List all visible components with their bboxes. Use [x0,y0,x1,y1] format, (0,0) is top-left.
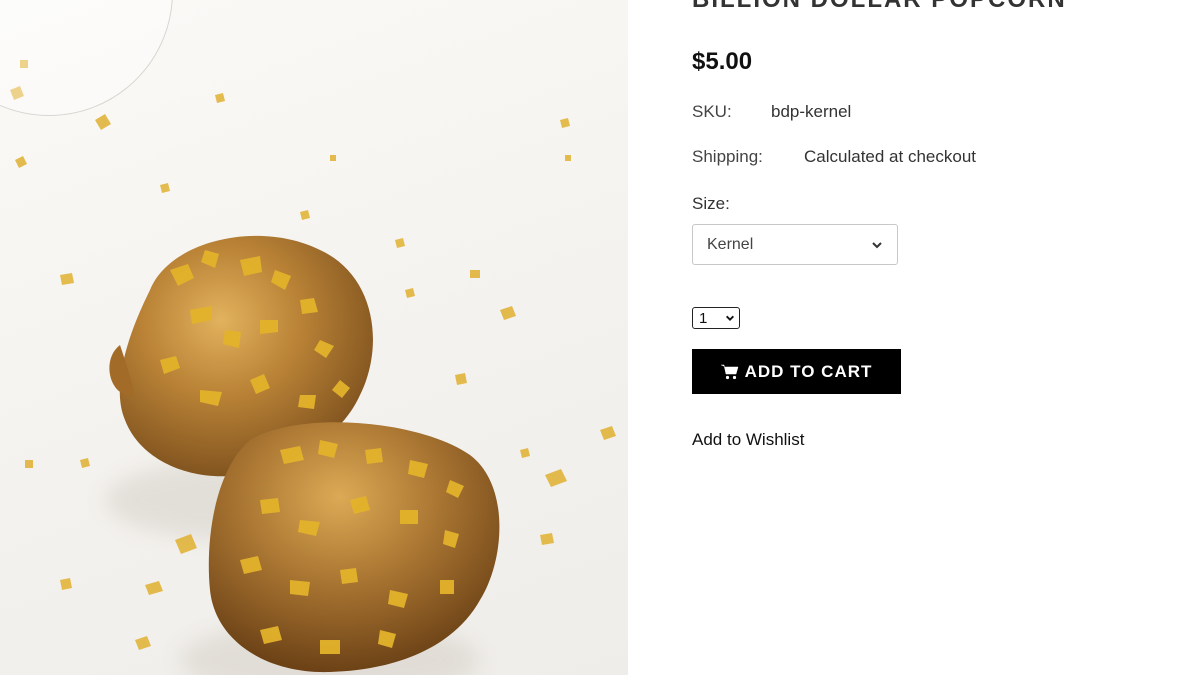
sku-row: SKU: bdp-kernel [692,102,851,122]
sku-value: bdp-kernel [771,102,852,121]
chevron-down-icon [726,315,734,321]
product-price: $5.00 [692,48,753,75]
product-title: Billion Dollar Popcorn [692,0,1067,14]
product-details: Billion Dollar Popcorn $5.00 SKU: bdp-ke… [692,0,1172,675]
quantity-select[interactable]: 1 [692,307,740,329]
cart-icon [720,364,738,379]
add-to-cart-label: ADD TO CART [744,361,873,381]
sku-label: SKU: [692,102,732,121]
shipping-value: Calculated at checkout [804,147,976,166]
size-select-value: Kernel [707,235,754,253]
shipping-row: Shipping: Calculated at checkout [692,147,976,167]
add-to-cart-button[interactable]: ADD TO CART [692,349,901,394]
product-image[interactable] [0,0,628,675]
product-page: Billion Dollar Popcorn $5.00 SKU: bdp-ke… [0,0,1200,675]
shipping-label: Shipping: [692,147,763,166]
size-label: Size: [692,194,730,213]
add-to-wishlist-link[interactable]: Add to Wishlist [692,430,804,450]
chevron-down-icon [872,241,882,248]
quantity-select-value: 1 [699,309,708,327]
size-select[interactable]: Kernel [692,224,898,265]
